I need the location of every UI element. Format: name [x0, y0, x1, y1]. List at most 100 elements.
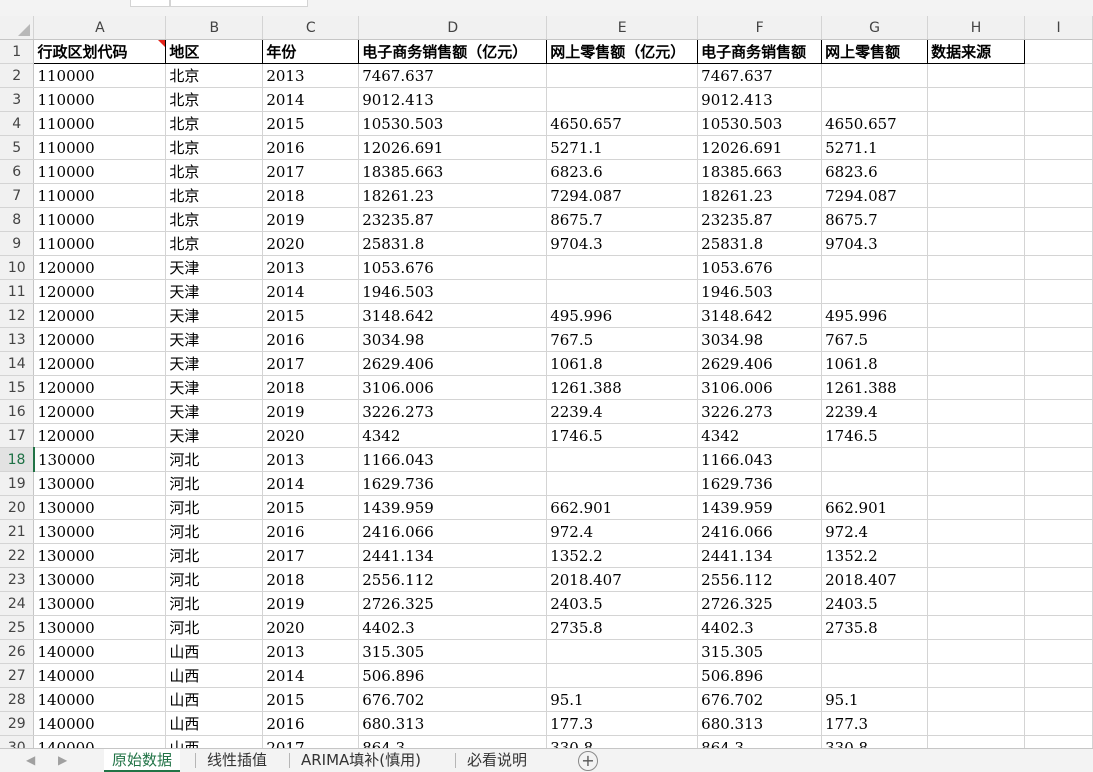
cell-g[interactable] — [821, 63, 929, 88]
cell-a[interactable]: 130000 — [33, 447, 167, 472]
cell-i[interactable] — [1024, 615, 1093, 640]
cell-e[interactable]: 9704.3 — [546, 231, 699, 256]
cell-g[interactable]: 2018.407 — [821, 567, 929, 592]
header-cell-d[interactable]: 电子商务销售额（亿元） — [358, 39, 548, 64]
cell-f[interactable]: 2416.066 — [697, 519, 823, 544]
column-header-b[interactable]: B — [165, 16, 264, 40]
cell-h[interactable] — [927, 375, 1026, 400]
cell-a[interactable]: 130000 — [33, 495, 167, 520]
cell-h[interactable] — [927, 399, 1026, 424]
cell-e[interactable]: 177.3 — [546, 711, 699, 736]
cell-h[interactable] — [927, 495, 1026, 520]
row-header[interactable]: 10 — [0, 255, 35, 280]
cell-g[interactable]: 8675.7 — [821, 207, 929, 232]
row-header[interactable]: 12 — [0, 303, 35, 328]
cell-f[interactable]: 1439.959 — [697, 495, 823, 520]
column-header-c[interactable]: C — [262, 16, 360, 40]
cell-h[interactable] — [927, 639, 1026, 664]
row-header[interactable]: 11 — [0, 279, 35, 304]
cell-a[interactable]: 110000 — [33, 231, 167, 256]
cell-f[interactable]: 4342 — [697, 423, 823, 448]
cell-e[interactable] — [546, 663, 699, 688]
cell-g[interactable]: 177.3 — [821, 711, 929, 736]
cell-d[interactable]: 1053.676 — [358, 255, 548, 280]
cell-g[interactable] — [821, 471, 929, 496]
cell-h[interactable] — [927, 471, 1026, 496]
cell-g[interactable]: 972.4 — [821, 519, 929, 544]
row-header[interactable]: 3 — [0, 87, 35, 112]
cell-a[interactable]: 110000 — [33, 135, 167, 160]
cell-h[interactable] — [927, 255, 1026, 280]
cell-f[interactable]: 10530.503 — [697, 111, 823, 136]
row-header[interactable]: 27 — [0, 663, 35, 688]
cell-i[interactable] — [1024, 159, 1093, 184]
cell-c[interactable]: 2014 — [262, 87, 360, 112]
cell-c[interactable]: 2017 — [262, 159, 360, 184]
cell-b[interactable]: 北京 — [165, 63, 264, 88]
cell-e[interactable] — [546, 447, 699, 472]
cell-d[interactable]: 680.313 — [358, 711, 548, 736]
cell-b[interactable]: 河北 — [165, 567, 264, 592]
cell-b[interactable]: 天津 — [165, 351, 264, 376]
cell-c[interactable]: 2015 — [262, 303, 360, 328]
cell-g[interactable]: 4650.657 — [821, 111, 929, 136]
row-header[interactable]: 5 — [0, 135, 35, 160]
cell-g[interactable]: 95.1 — [821, 687, 929, 712]
cell-e[interactable]: 1746.5 — [546, 423, 699, 448]
cell-c[interactable]: 2014 — [262, 471, 360, 496]
cell-f[interactable]: 315.305 — [697, 639, 823, 664]
cell-b[interactable]: 河北 — [165, 495, 264, 520]
cell-d[interactable]: 12026.691 — [358, 135, 548, 160]
cell-g[interactable]: 9704.3 — [821, 231, 929, 256]
cell-e[interactable]: 1061.8 — [546, 351, 699, 376]
cell-h[interactable] — [927, 423, 1026, 448]
cell-h[interactable] — [927, 183, 1026, 208]
cell-d[interactable]: 2629.406 — [358, 351, 548, 376]
cell-e[interactable] — [546, 279, 699, 304]
cell-f[interactable]: 25831.8 — [697, 231, 823, 256]
cell-a[interactable]: 130000 — [33, 591, 167, 616]
column-header-e[interactable]: E — [546, 16, 699, 40]
cell-d[interactable]: 10530.503 — [358, 111, 548, 136]
sheet-tab-original-data[interactable]: 原始数据 — [104, 749, 181, 772]
cell-c[interactable]: 2015 — [262, 495, 360, 520]
cell-b[interactable]: 山西 — [165, 711, 264, 736]
cell-a[interactable]: 120000 — [33, 375, 167, 400]
cell-a[interactable]: 140000 — [33, 711, 167, 736]
cell-a[interactable]: 110000 — [33, 159, 167, 184]
cell-h[interactable] — [927, 519, 1026, 544]
row-header[interactable]: 23 — [0, 567, 35, 592]
cell-g[interactable] — [821, 87, 929, 112]
cell-a[interactable]: 120000 — [33, 255, 167, 280]
cell-c[interactable]: 2020 — [262, 231, 360, 256]
cell-d[interactable]: 315.305 — [358, 639, 548, 664]
cell-d[interactable]: 3034.98 — [358, 327, 548, 352]
cell-b[interactable]: 北京 — [165, 87, 264, 112]
column-header-i[interactable]: I — [1024, 16, 1093, 40]
cell-c[interactable]: 2013 — [262, 63, 360, 88]
row-header[interactable]: 8 — [0, 207, 35, 232]
cell-c[interactable]: 2016 — [262, 327, 360, 352]
cell-a[interactable]: 110000 — [33, 111, 167, 136]
cell-h[interactable] — [927, 351, 1026, 376]
cell-b[interactable]: 天津 — [165, 255, 264, 280]
cell-i[interactable] — [1024, 567, 1093, 592]
cell-e[interactable]: 5271.1 — [546, 135, 699, 160]
cell-e[interactable]: 95.1 — [546, 687, 699, 712]
cell-h[interactable] — [927, 159, 1026, 184]
cell-i[interactable] — [1024, 255, 1093, 280]
cell-f[interactable]: 676.702 — [697, 687, 823, 712]
cell-g[interactable]: 5271.1 — [821, 135, 929, 160]
cell-e[interactable]: 2018.407 — [546, 567, 699, 592]
sheet-tab-linear-interpolation[interactable]: 线性插值 — [199, 749, 275, 771]
cell-d[interactable]: 18261.23 — [358, 183, 548, 208]
cell-e[interactable]: 1352.2 — [546, 543, 699, 568]
cell-c[interactable]: 2015 — [262, 687, 360, 712]
cell-b[interactable]: 天津 — [165, 423, 264, 448]
cell-d[interactable]: 18385.663 — [358, 159, 548, 184]
cell-h[interactable] — [927, 303, 1026, 328]
cell-h[interactable] — [927, 663, 1026, 688]
row-header[interactable]: 18 — [0, 447, 35, 472]
cell-b[interactable]: 天津 — [165, 375, 264, 400]
cell-d[interactable]: 2726.325 — [358, 591, 548, 616]
